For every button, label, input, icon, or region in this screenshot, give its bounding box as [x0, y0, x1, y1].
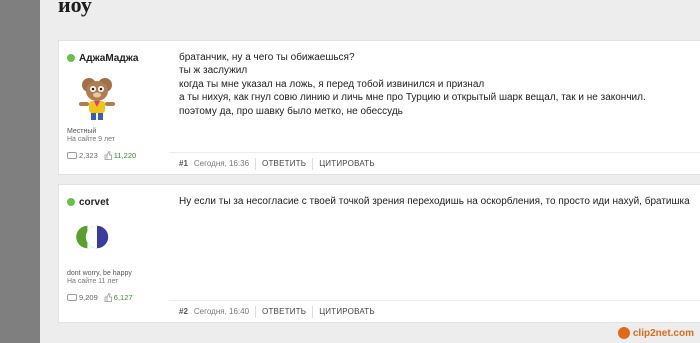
member-since: На сайте 11 лет [67, 278, 119, 285]
post-author-panel: corvet dont worry, be happy На сайте 11 … [67, 195, 175, 302]
clip2net-logo-icon [617, 327, 630, 339]
post-date: Сегодня, 16:40 [193, 307, 250, 316]
post-line: поэтому да, про шавку было метко, не обе… [179, 105, 403, 117]
reputation-count: 6,127 [104, 293, 133, 302]
online-status-icon [67, 198, 75, 206]
thread-content: иоу АджаМаджа Местный На сайте 9 лет 2,3… [40, 0, 700, 343]
comment-icon [67, 151, 77, 159]
page-title: иоу [58, 0, 92, 17]
author-name[interactable]: corvet [79, 197, 109, 208]
quote-button[interactable]: ЦИТИРОВАТЬ [319, 307, 375, 316]
post-number[interactable]: #2 [179, 307, 188, 316]
watermark-text: clip2net.com [632, 327, 694, 339]
post-line: а ты нихуя, как гнул совю линию и личь м… [179, 92, 646, 104]
left-gutter [0, 0, 40, 343]
thumbs-up-icon [104, 151, 112, 160]
reputation-count: 11,220 [104, 151, 136, 160]
post-footer: #2 Сегодня, 16:40 ОТВЕТИТЬ ЦИТИРОВАТЬ [169, 300, 700, 322]
post-line: Ну если ты за несогласие с твоей точкой … [179, 196, 690, 207]
post-date: Сегодня, 16:36 [193, 159, 250, 168]
thumbs-up-icon [104, 293, 112, 302]
post-line: братанчик, ну а чего ты обижаешься? [179, 52, 355, 63]
author-rank: dont worry, be happy [67, 270, 132, 277]
author-name[interactable]: АджаМаджа [79, 53, 138, 64]
forum-post: АджаМаджа Местный На сайте 9 лет 2,323 1… [58, 40, 700, 175]
post-count: 2,323 [67, 151, 98, 160]
reply-button[interactable]: ОТВЕТИТЬ [262, 307, 306, 316]
author-rank: Местный [67, 128, 97, 135]
watermark: clip2net.com [617, 325, 694, 341]
reply-button[interactable]: ОТВЕТИТЬ [262, 159, 306, 168]
forum-post: corvet dont worry, be happy На сайте 11 … [58, 184, 700, 323]
member-since: На сайте 9 лет [67, 136, 115, 143]
post-line: когда ты мне указал на ложь, я перед тоб… [179, 78, 485, 90]
post-footer: #1 Сегодня, 16:36 ОТВЕТИТЬ ЦИТИРОВАТЬ [169, 152, 700, 174]
divider [255, 157, 257, 170]
post-line: ты ж заслужил [179, 65, 248, 77]
avatar[interactable] [67, 221, 127, 261]
post-number[interactable]: #1 [179, 159, 188, 168]
divider [255, 305, 257, 318]
post-body: Ну если ты за несогласие с твоей точкой … [179, 195, 699, 208]
divider [312, 157, 314, 170]
post-author-panel: АджаМаджа Местный На сайте 9 лет 2,323 1… [67, 51, 175, 160]
quote-button[interactable]: ЦИТИРОВАТЬ [319, 159, 375, 168]
online-status-icon [67, 54, 75, 62]
avatar[interactable] [67, 71, 127, 121]
divider [312, 305, 314, 318]
post-count: 9,209 [67, 293, 98, 302]
post-body: братанчик, ну а чего ты обижаешься? ты ж… [179, 51, 699, 118]
comment-icon [67, 293, 77, 301]
